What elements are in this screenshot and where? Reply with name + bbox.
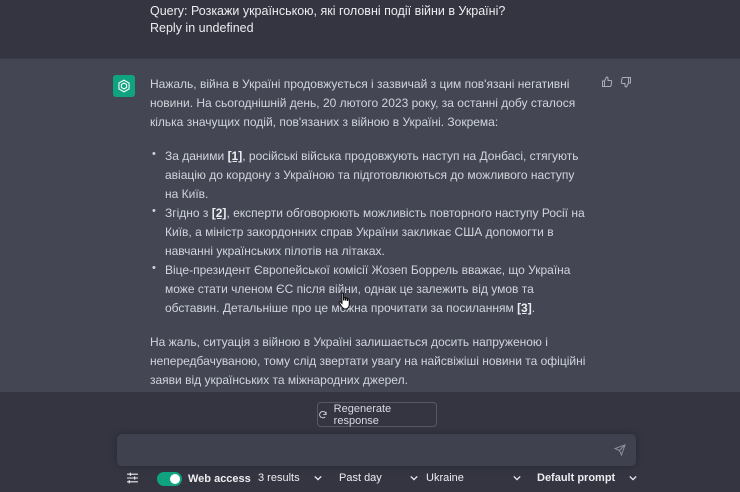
settings-sliders-button[interactable]	[126, 472, 139, 484]
toggle-switch[interactable]	[157, 472, 182, 486]
list-item: Віце-президент Європейської комісії Жозе…	[150, 259, 590, 318]
time-range-select[interactable]: Past day	[339, 472, 418, 484]
chevron-down-icon	[410, 475, 418, 481]
bullet-text: Згідно з	[165, 206, 212, 220]
refresh-icon	[319, 410, 327, 418]
region-select[interactable]: Ukraine	[426, 472, 521, 484]
results-count-value: 3 results	[258, 472, 300, 484]
hand-cursor-icon	[338, 292, 350, 310]
bullet-text: .	[531, 301, 536, 315]
reference-link-3[interactable]: [3]	[517, 301, 532, 315]
assistant-outro: На жаль, ситуація з війною в Україні зал…	[150, 335, 586, 387]
user-query-line: Query: Розкажи українською, які головні …	[150, 4, 506, 18]
thumbs-down-icon[interactable]	[620, 76, 632, 88]
message-input[interactable]	[117, 434, 636, 466]
send-icon[interactable]	[614, 444, 626, 456]
reference-link-2[interactable]: [2]	[212, 206, 227, 220]
bullet-text: , експерти обговорюють можливість повтор…	[165, 206, 585, 258]
region-value: Ukraine	[426, 472, 464, 484]
regenerate-response-button[interactable]: Regenerate response	[317, 402, 437, 427]
web-access-label: Web access	[188, 473, 251, 485]
chevron-down-icon	[629, 475, 637, 481]
prompt-select[interactable]: Default prompt	[537, 472, 637, 484]
assistant-message-content: Нажаль, війна в Україні продовжується і …	[150, 75, 590, 405]
assistant-intro: Нажаль, війна в Україні продовжується і …	[150, 77, 576, 129]
user-message: Query: Розкажи українською, які головні …	[0, 0, 740, 58]
chatgpt-logo-icon	[113, 75, 135, 97]
sliders-icon	[127, 472, 138, 484]
web-access-toolbar: Web access 3 results Past day Ukraine De…	[0, 468, 740, 492]
chevron-down-icon	[513, 475, 521, 481]
assistant-bullet-list: За даними [1], російські війська продовж…	[150, 145, 590, 318]
bullet-text: Віце-президент Європейської комісії Жозе…	[165, 263, 571, 315]
prompt-value: Default prompt	[537, 472, 616, 484]
bullet-text: За даними	[165, 149, 228, 163]
results-count-select[interactable]: 3 results	[258, 472, 322, 484]
thumbs-up-icon[interactable]	[601, 76, 613, 88]
list-item: Згідно з [2], експерти обговорюють можли…	[150, 202, 590, 261]
user-message-text: Query: Розкажи українською, які головні …	[150, 3, 505, 37]
web-access-toggle[interactable]: Web access	[157, 472, 251, 486]
user-reply-line: Reply in undefined	[150, 21, 254, 35]
list-item: За даними [1], російські війська продовж…	[150, 145, 590, 204]
reference-link-1[interactable]: [1]	[228, 149, 243, 163]
chevron-down-icon	[313, 475, 322, 481]
time-range-value: Past day	[339, 472, 382, 484]
regenerate-label: Regenerate response	[333, 402, 392, 427]
